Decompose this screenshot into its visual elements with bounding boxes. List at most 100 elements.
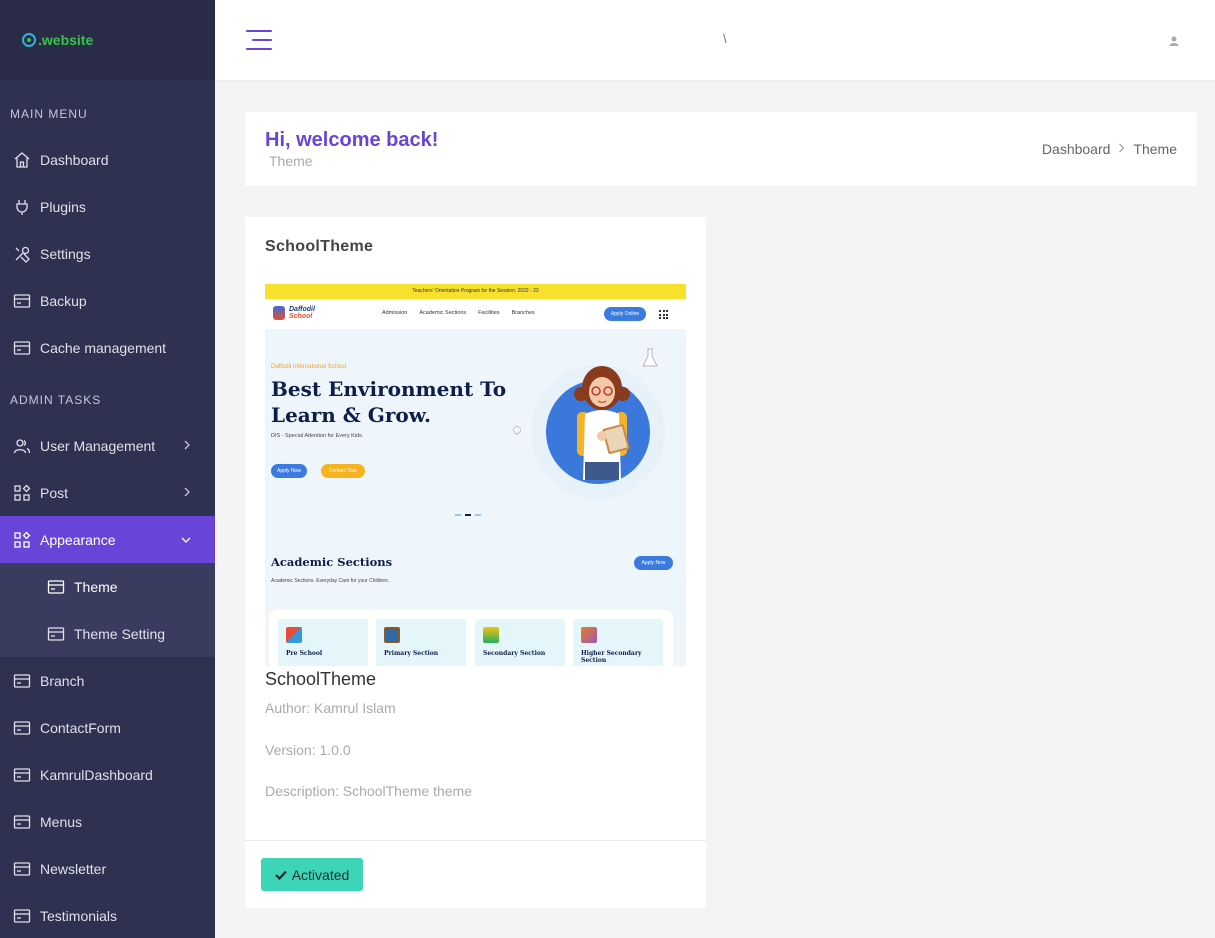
card-icon [12,906,32,926]
preview-slider-dots [455,514,481,516]
sidebar-item-label: Settings [40,245,91,262]
sidebar-item-label: User Management [40,437,156,454]
users-icon [12,436,32,456]
admin-tasks-heading: ADMIN TASKS [10,393,102,407]
preview-nav-link: Branches [511,310,535,316]
preview-card: Pre School [278,619,368,666]
page-title-card: Hi, welcome back! Theme Dashboard Theme [245,112,1197,186]
breadcrumb-dashboard[interactable]: Dashboard [1042,141,1111,157]
preview-card: Primary Section [376,619,466,666]
preview-headline-line2: Learn & Grow. [271,403,431,427]
logo-icon [22,33,36,47]
theme-name: SchoolTheme [265,669,377,689]
preview-nav-link: Academic Sections [419,310,467,316]
menu-toggle-icon[interactable] [246,30,272,52]
theme-preview-image: Teachers' Orientation Program for the Se… [265,284,686,666]
preview-tagline: Daffodil International School [271,364,346,370]
sidebar-item-plugins[interactable]: Plugins [0,183,215,230]
lab-icon [483,627,499,643]
preview-nav-link: Facilities [478,310,500,316]
card-icon [12,812,32,832]
preview-card: Secondary Section [475,619,565,666]
card-icon [12,859,32,879]
user-icon[interactable] [1168,34,1180,46]
sidebar-item-kamruldashboard[interactable]: KamrulDashboard [0,751,215,798]
preview-logo-line2: School [289,313,313,320]
preview-section-title: Academic Sections [271,555,393,569]
card-icon [12,765,32,785]
card-icon [12,338,32,358]
breadcrumb: Dashboard Theme [1042,141,1177,157]
sidebar-item-dashboard[interactable]: Dashboard [0,136,215,183]
card-icon [12,718,32,738]
preview-headline: Best Environment To Learn & Grow. [271,376,506,428]
preview-logo: Daffodil School [273,306,315,320]
brand-logo[interactable]: .website [22,32,93,48]
sidebar-item-contactform[interactable]: ContactForm [0,704,215,751]
topbar: \ [215,0,1215,80]
preview-sections-cards: Pre School Primary Section Secondary Sec… [269,610,673,666]
sidebar-item-label: Theme [74,578,118,595]
preview-apply-online: Apply Online [604,307,646,321]
preview-card-title: Higher Secondary Section [581,650,642,664]
sidebar-subitem-theme-setting[interactable]: Theme Setting [0,610,215,657]
sidebar-item-post[interactable]: Post [0,469,215,516]
apps-grid-icon [659,310,668,319]
preview-child-illustration [574,366,630,480]
chevron-down-icon [181,533,191,547]
preview-card: Higher Secondary Section [573,619,663,666]
preview-card-title: Primary Section [384,650,439,657]
sidebar-item-cache[interactable]: Cache management [0,324,215,371]
sidebar-item-label: Appearance [40,531,116,548]
sidebar-item-label: Testimonials [40,907,118,924]
sidebar-item-label: Backup [40,292,87,309]
sidebar-subitem-theme[interactable]: Theme [0,563,215,610]
sidebar-item-backup[interactable]: Backup [0,277,215,324]
sidebar-item-settings[interactable]: Settings [0,230,215,277]
sidebar-item-testimonials[interactable]: Testimonials [0,892,215,938]
school-logo-icon [273,306,285,320]
grid-icon [12,483,32,503]
sidebar-item-appearance[interactable]: Appearance [0,516,215,563]
sidebar-item-label: Newsletter [40,860,107,877]
main-menu-heading: MAIN MENU [10,107,88,121]
sidebar-item-newsletter[interactable]: Newsletter [0,845,215,892]
header-separator: \ [723,31,727,46]
preview-lead: DIS - Special Attention for Every Kids. [271,433,364,439]
sidebar-item-label: Plugins [40,198,86,215]
preview-section-subtitle: Academic Sections. Everyday Care for you… [271,578,390,584]
chevron-right-icon [1118,142,1125,156]
grid-icon [12,530,32,550]
preview-headline-line1: Best Environment To [271,377,507,401]
sidebar-item-label: Menus [40,813,83,830]
preview-logo-line1: Daffodil [289,306,315,313]
sidebar-item-label: ContactForm [40,719,121,736]
sidebar-item-user-management[interactable]: User Management [0,422,215,469]
sidebar-item-label: Cache management [40,339,167,356]
preview-section-apply: Apply Now [634,556,673,570]
chevron-right-icon [183,486,191,500]
sidebar-item-branch[interactable]: Branch [0,657,215,704]
theme-card: SchoolTheme Teachers' Orientation Progra… [245,217,706,908]
theme-description: Description: SchoolTheme theme [265,783,472,799]
chart-icon [581,627,597,643]
flask-icon [642,348,658,367]
appearance-submenu: Theme Theme Setting [0,563,215,657]
preview-announcement: Teachers' Orientation Program for the Se… [265,284,686,299]
card-icon [46,577,66,597]
abacus-icon [384,627,400,643]
sidebar-item-label: Branch [40,672,85,689]
activated-button[interactable]: Activated [261,858,363,891]
card-title: SchoolTheme [265,238,374,255]
bulb-icon [513,426,521,435]
breadcrumb-current: Theme [1133,141,1177,157]
preview-contact-tour: Contact Tour [321,464,365,478]
blocks-icon [286,627,302,643]
tools-icon [12,244,32,264]
page-title: Hi, welcome back! [265,129,439,151]
preview-nav-link: Admission [382,310,408,316]
card-icon [12,671,32,691]
sidebar-item-label: Post [40,484,69,501]
sidebar-item-menus[interactable]: Menus [0,798,215,845]
preview-nav-links: Admission Academic Sections Facilities B… [382,310,535,316]
